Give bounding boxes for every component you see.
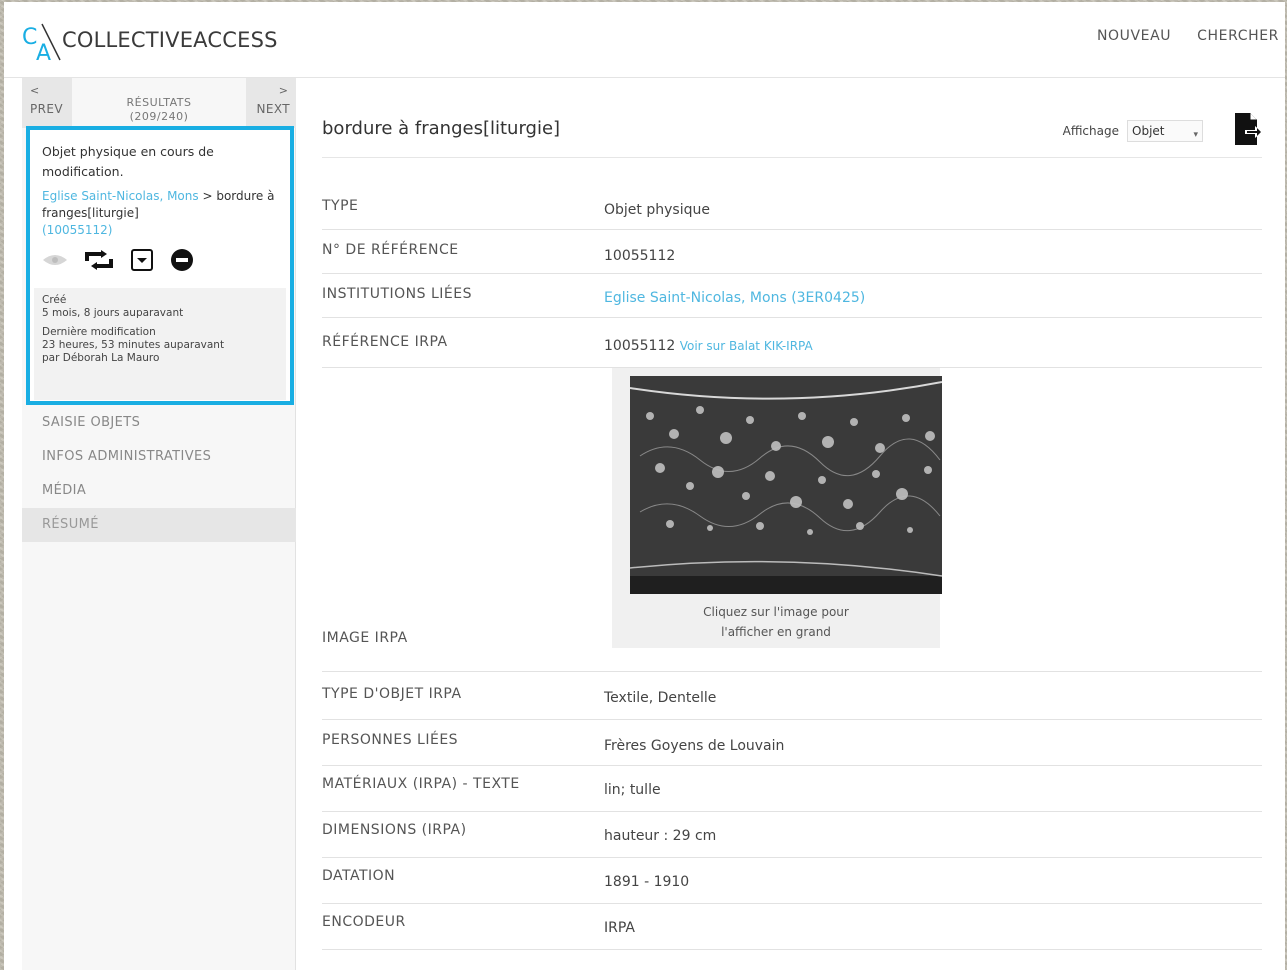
display-control: Affichage Objet ▾	[1063, 120, 1203, 142]
image-caption: Cliquez sur l'image pour l'afficher en g…	[612, 602, 940, 642]
export-button[interactable]	[1233, 112, 1263, 150]
field-label: ENCODEUR	[322, 914, 406, 930]
next-button[interactable]: > NEXT	[246, 78, 296, 128]
field-value: 1891 - 1910	[604, 874, 690, 890]
field-label: TYPE D'OBJET IRPA	[322, 686, 462, 702]
balat-link[interactable]: Voir sur Balat KIK-IRPA	[680, 339, 813, 353]
breadcrumb-id-link[interactable]: (10055112)	[42, 223, 112, 237]
lace-image[interactable]	[630, 376, 942, 594]
dropdown-box-icon	[131, 249, 153, 271]
field-row-institutions: INSTITUTIONS LIÉES Eglise Saint-Nicolas,…	[322, 274, 1262, 318]
field-value: Objet physique	[604, 202, 710, 218]
menu-dropdown-button[interactable]	[130, 248, 154, 272]
field-label: RÉFÉRENCE IRPA	[322, 334, 448, 350]
delete-icon	[171, 249, 193, 271]
summary-panel: bordure à franges[liturgie] Affichage Ob…	[306, 78, 1281, 970]
field-row-materials: MATÉRIAUX (IRPA) - TEXTE lin; tulle	[322, 766, 1262, 812]
prev-arrow-icon: <	[30, 84, 40, 97]
field-row-dimensions: DIMENSIONS (IRPA) hauteur : 29 cm	[322, 812, 1262, 858]
created-value: 5 mois, 8 jours auparavant	[42, 307, 184, 319]
modified-value: 23 heures, 53 minutes auparavant	[42, 339, 225, 351]
field-label: MATÉRIAUX (IRPA) - TEXTE	[322, 776, 520, 792]
record-breadcrumb: Eglise Saint-Nicolas, Mons > bordure à f…	[42, 188, 282, 239]
field-label: DATATION	[322, 868, 396, 884]
next-arrow-icon: >	[278, 84, 288, 97]
image-caption-line1: Cliquez sur l'image pour	[703, 605, 849, 619]
duplicate-button[interactable]	[84, 249, 114, 271]
field-label: TYPE	[322, 198, 359, 214]
field-value: 10055112	[604, 248, 676, 264]
next-label: NEXT	[256, 102, 290, 116]
prev-button[interactable]: < PREV	[22, 78, 72, 128]
results-count: (209/240)	[129, 110, 189, 123]
results-label: RÉSULTATS	[126, 96, 192, 109]
top-header: C A COLLECTIVEACCESS NOUVEAU CHERCHER	[4, 2, 1285, 78]
sidebar: < PREV RÉSULTATS (209/240) > NEXT Objet …	[22, 78, 296, 970]
field-row-image: IMAGE IRPA Cliquez sur l'image pour l'af…	[322, 368, 1262, 672]
field-row-persons: PERSONNES LIÉES Frères Goyens de Louvain	[322, 720, 1262, 766]
record-info-box: Objet physique en cours de modification.…	[26, 126, 294, 405]
nav-chercher[interactable]: CHERCHER	[1197, 28, 1279, 44]
record-actions	[42, 248, 194, 272]
sidebar-item-media[interactable]: MÉDIA	[22, 474, 296, 508]
edit-status: Objet physique en cours de modification.	[42, 144, 214, 179]
nav-nouveau[interactable]: NOUVEAU	[1097, 28, 1171, 44]
image-card: Cliquez sur l'image pour l'afficher en g…	[612, 368, 942, 648]
display-selected-value: Objet	[1132, 124, 1165, 138]
field-value: Textile, Dentelle	[604, 690, 717, 706]
display-select[interactable]: Objet ▾	[1127, 120, 1203, 142]
sidebar-item-saisie-objets[interactable]: SAISIE OBJETS	[22, 406, 296, 440]
eye-icon	[43, 255, 67, 265]
field-value: lin; tulle	[604, 782, 661, 798]
breadcrumb-institution-link[interactable]: Eglise Saint-Nicolas, Mons	[42, 189, 199, 203]
field-row-type: TYPE Objet physique	[322, 188, 1262, 230]
delete-button[interactable]	[170, 248, 194, 272]
field-value: hauteur : 29 cm	[604, 828, 717, 844]
field-row-encoder: ENCODEUR IRPA	[322, 904, 1262, 950]
breadcrumb-separator: >	[198, 189, 217, 203]
field-label: DIMENSIONS (IRPA)	[322, 822, 467, 838]
sidebar-item-infos-administratives[interactable]: INFOS ADMINISTRATIVES	[22, 440, 296, 474]
prev-label: PREV	[30, 102, 63, 116]
record-metadata: Créé 5 mois, 8 jours auparavant Dernière…	[34, 288, 286, 400]
results-pager: < PREV RÉSULTATS (209/240) > NEXT	[22, 78, 296, 128]
field-label: INSTITUTIONS LIÉES	[322, 286, 472, 302]
sidebar-menu: SAISIE OBJETS INFOS ADMINISTRATIVES MÉDI…	[22, 406, 296, 542]
field-value: Frères Goyens de Louvain	[604, 738, 785, 754]
svg-text:A: A	[36, 41, 51, 64]
view-button[interactable]	[42, 252, 68, 268]
page-title: bordure à franges[liturgie]	[322, 118, 561, 139]
modified-label: Dernière modification	[42, 326, 156, 338]
app-window: C A COLLECTIVEACCESS NOUVEAU CHERCHER < …	[4, 2, 1285, 970]
irpa-reference-value: 10055112	[604, 338, 676, 354]
field-value: 10055112 Voir sur Balat KIK-IRPA	[604, 338, 813, 354]
logo-text: COLLECTIVEACCESS	[62, 28, 278, 52]
field-label: N° DE RÉFÉRENCE	[322, 242, 459, 258]
ca-logo-icon: C A	[22, 23, 61, 64]
display-label: Affichage	[1062, 124, 1119, 138]
institution-link[interactable]: Eglise Saint-Nicolas, Mons (3ER0425)	[604, 290, 865, 306]
field-label: PERSONNES LIÉES	[322, 732, 459, 748]
results-indicator[interactable]: RÉSULTATS (209/240)	[72, 96, 246, 124]
field-value: IRPA	[604, 920, 635, 936]
chevron-down-icon: ▾	[1193, 130, 1198, 140]
duplicate-icon	[85, 250, 113, 270]
field-label: IMAGE IRPA	[322, 630, 408, 646]
field-row-dating: DATATION 1891 - 1910	[322, 858, 1262, 904]
sidebar-item-resume[interactable]: RÉSUMÉ	[22, 508, 296, 542]
field-value: Eglise Saint-Nicolas, Mons (3ER0425)	[604, 290, 865, 306]
modified-by: par Déborah La Mauro	[42, 352, 160, 364]
field-row-object-type: TYPE D'OBJET IRPA Textile, Dentelle	[322, 672, 1262, 720]
export-document-icon	[1235, 113, 1262, 145]
created-label: Créé	[42, 294, 67, 306]
title-divider	[322, 157, 1262, 158]
logo[interactable]: C A COLLECTIVEACCESS	[20, 20, 290, 64]
image-caption-line2: l'afficher en grand	[721, 625, 831, 639]
top-nav: NOUVEAU CHERCHER	[1097, 28, 1279, 44]
field-row-irpa-reference: RÉFÉRENCE IRPA 10055112 Voir sur Balat K…	[322, 318, 1262, 368]
field-row-reference: N° DE RÉFÉRENCE 10055112	[322, 230, 1262, 274]
